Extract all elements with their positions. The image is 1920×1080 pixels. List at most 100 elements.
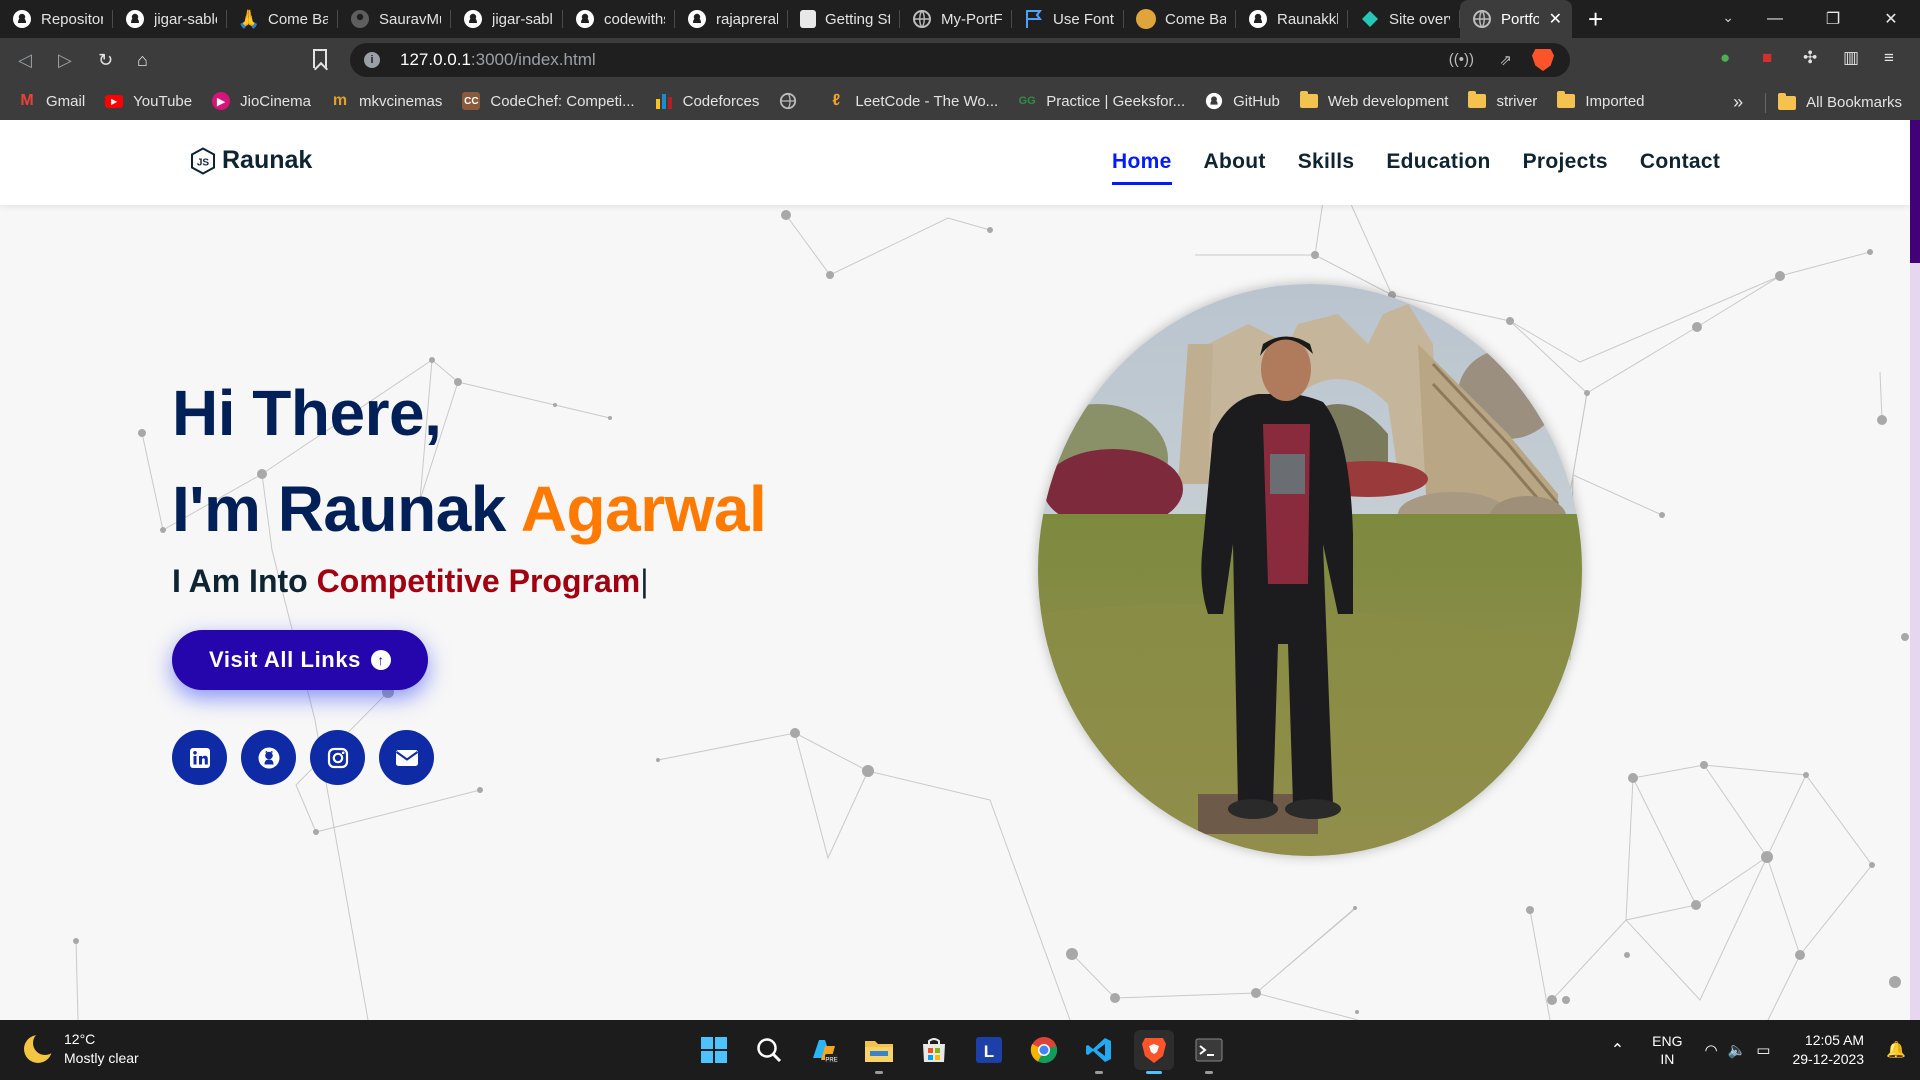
visit-all-links-button[interactable]: Visit All Links ↑: [172, 630, 428, 690]
nav-about[interactable]: About: [1204, 150, 1266, 185]
launcher-l-icon[interactable]: L: [969, 1030, 1009, 1070]
folder-icon: [1557, 91, 1576, 108]
vscode-icon[interactable]: [1079, 1030, 1119, 1074]
envelope-icon[interactable]: [379, 730, 434, 785]
globe-icon: [912, 9, 932, 29]
bookmark-youtube[interactable]: ▶ YouTube: [105, 93, 192, 110]
clock[interactable]: 12:05 AM 29-12-2023: [1792, 1031, 1864, 1069]
bookmark-jiocinema[interactable]: ▶ JioCinema: [212, 92, 311, 110]
bookmark-folder-imported[interactable]: Imported: [1557, 91, 1645, 110]
reload-button[interactable]: ↻: [98, 50, 113, 71]
tab-raunakkk[interactable]: Raunakkk: [1236, 0, 1348, 38]
bookmark-codechef[interactable]: CC CodeChef: Competi...: [462, 92, 635, 110]
svg-text:L: L: [984, 1042, 994, 1061]
tab-sauravmu[interactable]: SauravMu: [338, 0, 451, 38]
extensions-puzzle-icon[interactable]: ✣: [1803, 48, 1817, 68]
bookmark-github[interactable]: GitHub: [1205, 92, 1280, 110]
all-bookmarks-button[interactable]: All Bookmarks: [1806, 94, 1902, 111]
bookmark-mkvcinemas[interactable]: m mkvcinemas: [331, 92, 442, 110]
gfg-icon: GG: [1018, 95, 1036, 107]
site-info-icon[interactable]: i: [364, 52, 380, 68]
chrome-icon[interactable]: [1024, 1030, 1064, 1070]
bookmark-geeksforgeeks[interactable]: GG Practice | Geeksfor...: [1018, 92, 1186, 110]
menu-hamburger-icon[interactable]: ≡: [1884, 48, 1894, 68]
linkedin-icon[interactable]: [172, 730, 227, 785]
brave-shields-icon[interactable]: [1532, 49, 1554, 71]
tab-codewiths[interactable]: codewiths: [563, 0, 675, 38]
bookmark-page-icon[interactable]: [313, 49, 327, 68]
extension-pen-icon[interactable]: ■: [1762, 48, 1772, 68]
tab-rajaprerak[interactable]: rajaprerak: [675, 0, 788, 38]
bookmark-leetcode[interactable]: ℓ LeetCode - The Wo...: [827, 92, 998, 110]
scrollbar-thumb[interactable]: [1910, 120, 1920, 263]
battery-icon[interactable]: ▭: [1756, 1041, 1770, 1059]
microsoft-store-icon[interactable]: [914, 1030, 954, 1070]
volume-icon[interactable]: 🔈: [1728, 1041, 1747, 1059]
tab-use-font-awesome[interactable]: Use Font A: [1012, 0, 1124, 38]
tab-my-portfolio[interactable]: My-PortFo: [900, 0, 1012, 38]
minimize-button[interactable]: —: [1746, 10, 1804, 28]
doc-icon: [800, 10, 816, 28]
tab-getting-started[interactable]: Getting St: [788, 0, 900, 38]
bookmark-codeforces[interactable]: Codeforces: [655, 92, 759, 110]
bookmarks-overflow-button[interactable]: »: [1733, 92, 1743, 113]
tab-jigar-sable-2[interactable]: jigar-sable: [451, 0, 563, 38]
bookmark-folder-striver[interactable]: striver: [1468, 91, 1537, 110]
github-icon: [1205, 92, 1223, 110]
site-nav-links: Home About Skills Education Projects Con…: [1112, 150, 1752, 185]
notification-bell-icon[interactable]: 🔔: [1886, 1040, 1906, 1060]
copilot-icon[interactable]: PRE: [804, 1030, 844, 1070]
tab-repository[interactable]: Repository: [0, 0, 113, 38]
page-scrollbar[interactable]: [1910, 120, 1920, 1020]
bookmark-folder-web-development[interactable]: Web development: [1299, 91, 1448, 110]
nav-projects[interactable]: Projects: [1523, 150, 1608, 185]
weather-desc: Mostly clear: [64, 1050, 139, 1066]
youtube-icon: ▶: [105, 94, 124, 108]
forward-button[interactable]: ▷: [58, 50, 72, 71]
tab-portfolio-active[interactable]: Portfo ✕: [1460, 0, 1572, 38]
brave-browser-icon[interactable]: [1134, 1030, 1174, 1074]
tab-come-back-2[interactable]: Come Back: [1124, 0, 1236, 38]
typing-cursor: |: [640, 563, 649, 599]
share-icon[interactable]: ⇗: [1499, 51, 1512, 69]
hero-name-accent: Agarwal: [520, 473, 767, 545]
start-button[interactable]: [694, 1030, 734, 1070]
nav-contact[interactable]: Contact: [1640, 150, 1720, 185]
github-icon: [350, 9, 370, 29]
codeforces-icon: [655, 92, 673, 110]
close-tab-icon[interactable]: ✕: [1549, 9, 1562, 29]
github-icon[interactable]: [241, 730, 296, 785]
wifi-icon[interactable]: ◠: [1704, 1041, 1717, 1059]
site-logo[interactable]: JS Raunak: [190, 146, 312, 175]
search-icon[interactable]: [749, 1030, 789, 1070]
tab-come-back[interactable]: 🙏 Come Back: [227, 0, 338, 38]
nav-education[interactable]: Education: [1386, 150, 1490, 185]
restore-button[interactable]: ❐: [1804, 9, 1862, 29]
weather-widget[interactable]: 12°C Mostly clear: [24, 1030, 139, 1068]
running-indicator: [1205, 1071, 1213, 1074]
system-tray: ⌃ ENG IN ◠ 🔈 ▭ 12:05 AM 29-12-2023 🔔: [1611, 1020, 1920, 1080]
close-window-button[interactable]: ✕: [1862, 9, 1920, 29]
broadcast-icon[interactable]: ((•)): [1449, 51, 1474, 68]
terminal-icon[interactable]: [1189, 1030, 1229, 1074]
instagram-icon[interactable]: [310, 730, 365, 785]
tab-search-chevron-icon[interactable]: ⌄: [1722, 9, 1734, 26]
bookmark-globe[interactable]: [779, 92, 807, 110]
file-explorer-icon[interactable]: [859, 1030, 899, 1074]
tab-jigar-sable[interactable]: jigar-sable: [113, 0, 227, 38]
new-tab-button[interactable]: +: [1588, 4, 1603, 35]
hero-name: I'm Raunak Agarwal: [172, 473, 767, 545]
back-button[interactable]: ◁: [18, 50, 32, 71]
address-bar[interactable]: i 127.0.0.1:3000/index.html ((•)) ⇗: [350, 43, 1570, 77]
extension-globe-icon[interactable]: ●: [1720, 48, 1730, 68]
chevron-up-icon[interactable]: ⌃: [1611, 1040, 1624, 1060]
globe-icon: [779, 92, 797, 110]
bookmarks-right: » All Bookmarks: [1733, 92, 1902, 113]
bookmark-gmail[interactable]: M Gmail: [18, 92, 85, 110]
tab-site-overview[interactable]: Site overv: [1348, 0, 1460, 38]
nav-skills[interactable]: Skills: [1298, 150, 1355, 185]
language-indicator[interactable]: ENG IN: [1652, 1032, 1682, 1068]
sidebar-toggle-icon[interactable]: ▥: [1843, 48, 1859, 68]
home-button[interactable]: ⌂: [137, 50, 148, 71]
nav-home[interactable]: Home: [1112, 150, 1172, 185]
